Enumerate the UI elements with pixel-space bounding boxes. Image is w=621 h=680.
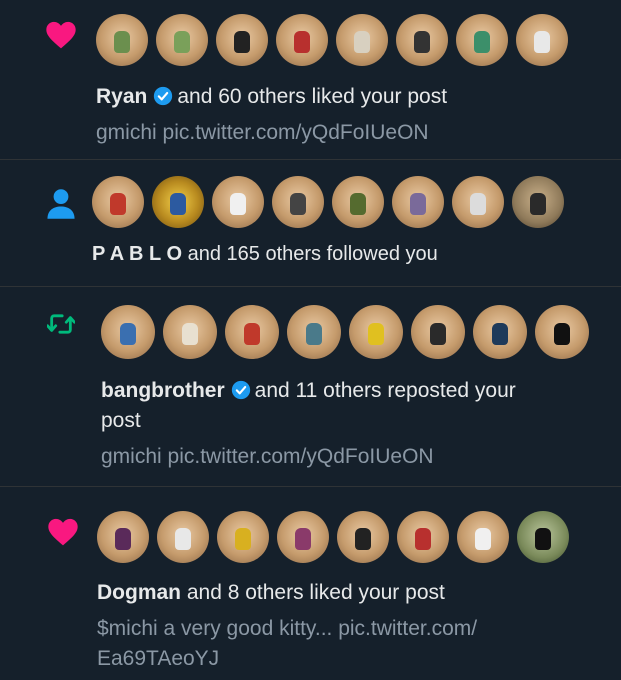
avatar[interactable] [392,176,444,228]
action-text: and 8 others liked your post [186,581,445,604]
avatar-row [92,176,572,228]
verified-badge-icon [231,380,250,400]
avatar[interactable] [277,511,329,563]
avatar[interactable] [163,305,217,359]
username[interactable]: Ryan [96,85,147,108]
post-preview[interactable]: gmichi pic.twitter.com/yQdFoIUeON [96,118,429,148]
username[interactable]: Dogman [97,581,181,604]
username[interactable]: P A B L O [92,243,182,265]
avatar[interactable] [152,176,204,228]
notification-text: Ryan and 60 others liked your post [96,83,447,111]
avatar[interactable] [287,305,341,359]
heart-icon [46,21,76,49]
verified-badge-icon [154,86,173,106]
post-preview-continued[interactable]: Ea69TAeoYJ [97,644,219,674]
avatar[interactable] [396,14,448,66]
avatar[interactable] [452,176,504,228]
notification-item[interactable]: P A B L O and 165 others followed you [0,160,621,287]
avatar-row [97,511,577,563]
notification-text: Dogman and 8 others liked your post [97,579,445,607]
avatar[interactable] [97,511,149,563]
action-text: and 165 others followed you [187,243,438,265]
notification-text: bangbrother and 11 others reposted your [101,377,516,405]
avatar[interactable] [411,305,465,359]
avatar[interactable] [272,176,324,228]
avatar[interactable] [456,14,508,66]
action-text: and 11 others reposted your [254,379,516,402]
avatar[interactable] [397,511,449,563]
notification-text: P A B L O and 165 others followed you [92,240,438,268]
avatar[interactable] [217,511,269,563]
avatar[interactable] [92,176,144,228]
avatar[interactable] [276,14,328,66]
avatar[interactable] [336,14,388,66]
avatar[interactable] [457,511,509,563]
avatar[interactable] [516,14,568,66]
avatar[interactable] [517,511,569,563]
avatar[interactable] [101,305,155,359]
avatar[interactable] [349,305,403,359]
avatar[interactable] [96,14,148,66]
person-icon [47,189,75,219]
avatar-row [96,14,576,66]
heart-icon [48,518,78,546]
avatar[interactable] [332,176,384,228]
action-text-continued: post [101,409,141,432]
avatar[interactable] [535,305,589,359]
post-preview[interactable]: $michi a very good kitty... pic.twitter.… [97,614,477,644]
action-text: and 60 others liked your post [177,85,448,108]
avatar[interactable] [157,511,209,563]
avatar[interactable] [216,14,268,66]
notification-item[interactable]: bangbrother and 11 others reposted your p… [0,287,621,487]
avatar[interactable] [512,176,564,228]
avatar[interactable] [156,14,208,66]
avatar[interactable] [225,305,279,359]
post-preview[interactable]: gmichi pic.twitter.com/yQdFoIUeON [101,442,434,472]
notification-item[interactable]: Dogman and 8 others liked your post $mic… [0,487,621,680]
avatar[interactable] [473,305,527,359]
repost-icon [47,314,75,334]
username[interactable]: bangbrother [101,379,225,402]
avatar[interactable] [337,511,389,563]
avatar[interactable] [212,176,264,228]
notification-item[interactable]: Ryan and 60 others liked your post gmichi… [0,0,621,160]
avatar-row [101,305,597,359]
